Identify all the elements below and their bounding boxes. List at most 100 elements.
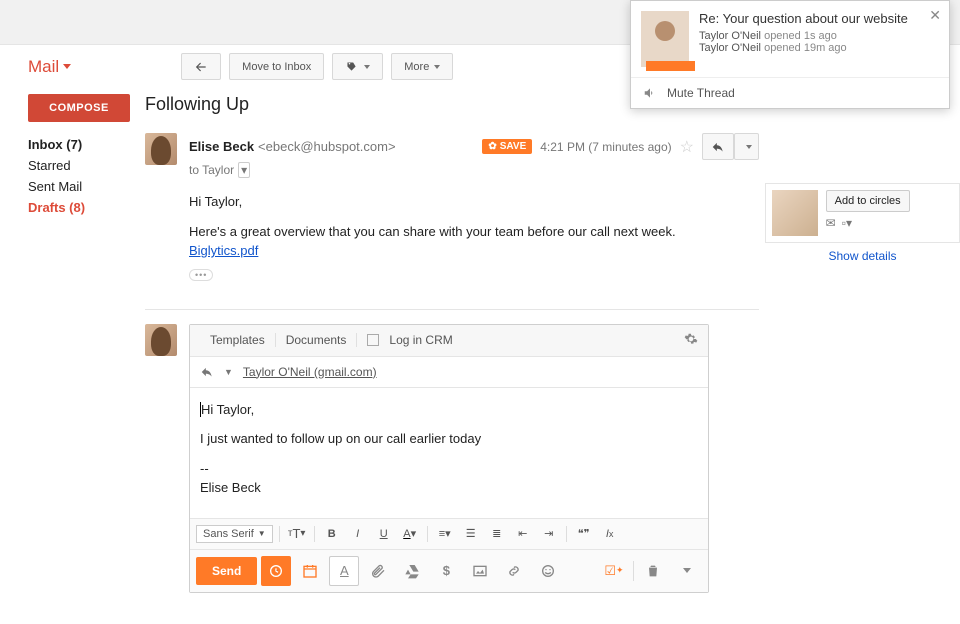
move-to-inbox-button[interactable]: Move to Inbox	[229, 53, 324, 80]
align-button[interactable]: ≡▾	[434, 523, 456, 545]
format-toggle-button[interactable]: A	[329, 556, 359, 586]
move-inbox-label: Move to Inbox	[242, 61, 311, 73]
caret-down-icon	[364, 65, 370, 69]
reply-icon	[200, 365, 214, 379]
star-button[interactable]: ☆	[680, 137, 694, 157]
caret-down-icon	[434, 65, 440, 69]
body-text: Here's a great overview that you can sha…	[189, 222, 759, 242]
sender-email: <ebeck@hubspot.com>	[258, 139, 396, 154]
compose-tabs: Templates Documents Log in CRM	[190, 325, 708, 357]
email-icon[interactable]: ✉	[826, 216, 836, 230]
compose-box: Templates Documents Log in CRM ▼ Taylor …	[189, 324, 709, 593]
send-button[interactable]: Send	[196, 557, 257, 585]
my-avatar	[145, 324, 177, 356]
caret-down-icon[interactable]: ▼	[224, 367, 233, 377]
format-toolbar: Sans Serif ▼ тT▾ B I U A▾ ≡▾ ☰ ≣ ⇤ ⇥	[190, 518, 708, 549]
bold-button[interactable]: B	[321, 523, 343, 545]
attach-button[interactable]	[363, 556, 393, 586]
image-icon	[472, 563, 488, 579]
tab-login-crm[interactable]: Log in CRM	[357, 333, 462, 347]
mail-label: Mail	[28, 57, 59, 77]
message-header: Elise Beck <ebeck@hubspot.com> ✿ SAVE 4:…	[145, 133, 759, 178]
add-to-circles-button[interactable]: Add to circles	[826, 190, 910, 212]
more-options-button[interactable]	[672, 556, 702, 586]
nav-starred[interactable]: Starred	[28, 155, 145, 176]
tag-icon	[345, 60, 359, 74]
expand-quoted-button[interactable]: •••	[189, 269, 213, 281]
details-dropdown[interactable]: ▫▾	[842, 216, 852, 230]
caret-down-icon	[63, 64, 71, 69]
labels-button[interactable]	[332, 53, 383, 80]
bullet-list-button[interactable]: ≣	[486, 523, 508, 545]
nav-inbox[interactable]: Inbox (7)	[28, 134, 145, 155]
compose-editor[interactable]: Hi Taylor, I just wanted to follow up on…	[190, 388, 708, 518]
more-button[interactable]: More	[391, 53, 453, 80]
font-size-button[interactable]: тT▾	[286, 523, 308, 545]
compose-reply: Templates Documents Log in CRM ▼ Taylor …	[145, 309, 759, 593]
italic-button[interactable]: I	[347, 523, 369, 545]
emoji-button[interactable]	[533, 556, 563, 586]
indent-more-button[interactable]: ⇥	[538, 523, 560, 545]
photo-button[interactable]	[465, 556, 495, 586]
reply-button[interactable]	[702, 133, 734, 160]
popover-title: Re: Your question about our website	[699, 11, 939, 26]
show-details-link[interactable]: Show details	[765, 249, 960, 263]
underline-button[interactable]: U	[373, 523, 395, 545]
mail-dropdown[interactable]: Mail	[28, 57, 71, 77]
close-button[interactable]: ✕	[929, 7, 941, 24]
send-toolbar: Send A $	[190, 549, 708, 592]
more-label: More	[404, 61, 429, 73]
calendar-icon	[302, 563, 318, 579]
signature-sep: --	[200, 459, 698, 479]
tracking-notification: Re: Your question about our website Tayl…	[630, 0, 950, 109]
details-toggle[interactable]: ▾	[238, 162, 250, 178]
message-toolbar: Move to Inbox More	[181, 53, 453, 80]
body-greeting: Hi Taylor,	[189, 192, 759, 212]
hubspot-save-badge[interactable]: ✿ SAVE	[482, 139, 532, 154]
indent-less-button[interactable]: ⇤	[512, 523, 534, 545]
compose-label: COMPOSE	[49, 102, 109, 114]
text-color-button[interactable]: A▾	[399, 523, 421, 545]
quote-button[interactable]: ❝❞	[573, 523, 595, 545]
font-select[interactable]: Sans Serif ▼	[196, 525, 273, 543]
money-button[interactable]: $	[431, 556, 461, 586]
main-layout: COMPOSE Inbox (7) Starred Sent Mail Draf…	[0, 88, 960, 593]
clear-format-button[interactable]: Ix	[599, 523, 621, 545]
editor-body: I just wanted to follow up on our call e…	[200, 429, 698, 449]
gear-icon	[684, 332, 698, 346]
mute-thread-button[interactable]: Mute Thread	[667, 86, 735, 100]
attachment-link[interactable]: Biglytics.pdf	[189, 243, 258, 258]
compose-button[interactable]: COMPOSE	[28, 94, 130, 122]
numbered-list-button[interactable]: ☰	[460, 523, 482, 545]
message-time: 4:21 PM (7 minutes ago)	[540, 140, 671, 154]
popover-avatar	[641, 11, 689, 67]
contact-avatar	[772, 190, 818, 236]
trash-icon	[645, 563, 661, 579]
back-button[interactable]	[181, 53, 221, 80]
popover-event-1: Taylor O'Neil opened 1s ago	[699, 30, 939, 42]
caret-down-icon	[746, 145, 752, 149]
link-icon	[506, 563, 522, 579]
compose-settings-button[interactable]	[684, 332, 698, 349]
tab-documents[interactable]: Documents	[276, 333, 358, 347]
recipient-chip[interactable]: Taylor O'Neil (gmail.com)	[243, 365, 377, 379]
calendar-button[interactable]	[295, 556, 325, 586]
nav-sent[interactable]: Sent Mail	[28, 176, 145, 197]
schedule-button[interactable]	[261, 556, 291, 586]
nav-drafts[interactable]: Drafts (8)	[28, 197, 145, 218]
tab-templates[interactable]: Templates	[200, 333, 276, 347]
save-label: SAVE	[500, 141, 527, 152]
to-line: to Taylor	[189, 163, 234, 177]
contact-card: Add to circles ✉ ▫▾	[765, 183, 960, 243]
drive-button[interactable]	[397, 556, 427, 586]
font-label: Sans Serif	[203, 528, 254, 540]
smiley-icon	[540, 563, 556, 579]
arrow-left-icon	[194, 60, 208, 74]
content: Following Up Elise Beck <ebeck@hubspot.c…	[145, 88, 765, 593]
message-body: Hi Taylor, Here's a great overview that …	[189, 192, 759, 261]
link-button[interactable]	[499, 556, 529, 586]
sender-avatar	[145, 133, 177, 165]
track-button[interactable]: ☑✦	[599, 556, 629, 586]
reply-more-button[interactable]	[734, 133, 759, 160]
delete-draft-button[interactable]	[638, 556, 668, 586]
